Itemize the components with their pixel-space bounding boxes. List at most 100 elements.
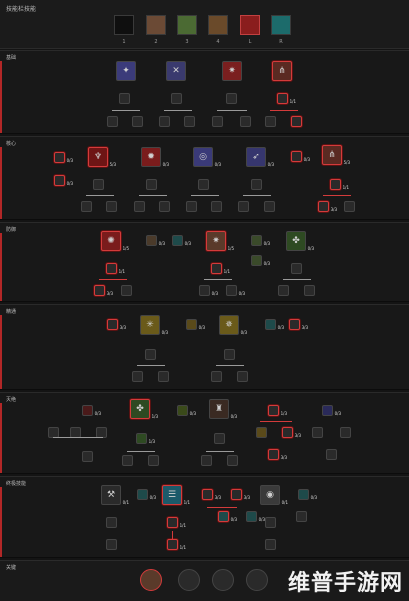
skill-node[interactable]: 0/3: [54, 152, 73, 163]
skill-node[interactable]: [291, 116, 302, 127]
skill-icon-basic-2[interactable]: ✕: [166, 61, 186, 81]
skill-icon-ann-2[interactable]: ♜ 0/3: [209, 399, 237, 419]
skill-slot-l[interactable]: L: [240, 15, 260, 45]
skill-node[interactable]: [106, 517, 117, 528]
skill-icon-core-2[interactable]: ✹ 0/3: [141, 147, 169, 167]
skill-icon-def-1[interactable]: ✺ 1/5: [101, 231, 129, 251]
skill-node[interactable]: 0/3: [246, 511, 265, 522]
skill-node[interactable]: [171, 93, 182, 104]
skill-node[interactable]: [121, 285, 132, 296]
skill-slot-2[interactable]: 2: [146, 15, 166, 45]
skill-node[interactable]: [159, 116, 170, 127]
skill-node[interactable]: [211, 371, 222, 382]
skill-node[interactable]: [251, 179, 262, 190]
skill-node[interactable]: [145, 349, 156, 360]
skill-node[interactable]: 1/3: [136, 433, 155, 444]
skill-node[interactable]: [312, 427, 323, 438]
skill-node[interactable]: 0/3: [199, 285, 218, 296]
skill-node[interactable]: [264, 201, 275, 212]
skill-node[interactable]: [227, 455, 238, 466]
skill-node[interactable]: 0/3: [265, 319, 284, 330]
skill-icon-ult-3[interactable]: ◉ 0/1: [260, 485, 288, 505]
skill-node[interactable]: [132, 116, 143, 127]
skill-icon-def-2[interactable]: ✷ 1/5: [206, 231, 234, 251]
skill-node[interactable]: [106, 201, 117, 212]
skill-slot-4[interactable]: 4: [208, 15, 228, 45]
skill-node[interactable]: [132, 371, 143, 382]
skill-node[interactable]: 0/3: [177, 405, 196, 416]
skill-node[interactable]: [240, 116, 251, 127]
key-passive-4[interactable]: [246, 569, 268, 591]
skill-node[interactable]: 1/3: [268, 405, 287, 416]
key-passive-1[interactable]: [140, 569, 162, 591]
skill-icon-def-3[interactable]: ✤ 0/3: [286, 231, 314, 251]
skill-node[interactable]: 1/1: [330, 179, 349, 190]
skill-node[interactable]: 1/1: [167, 517, 186, 528]
skill-icon-mastery-2[interactable]: ✵ 0/3: [219, 315, 247, 335]
skill-slot-1[interactable]: 1: [114, 15, 134, 45]
skill-node[interactable]: [119, 93, 130, 104]
skill-icon-core-3[interactable]: ◎ 0/3: [193, 147, 221, 167]
skill-node[interactable]: 0/3: [291, 151, 310, 162]
skill-node[interactable]: [146, 179, 157, 190]
skill-node[interactable]: [81, 201, 92, 212]
skill-node[interactable]: 3/3: [268, 449, 287, 460]
skill-icon-ult-1[interactable]: ⚒ 0/1: [101, 485, 129, 505]
skill-node[interactable]: [326, 449, 337, 460]
skill-node[interactable]: 3/3: [318, 201, 337, 212]
skill-node[interactable]: [122, 455, 133, 466]
skill-node[interactable]: 0/3: [146, 235, 165, 246]
skill-node[interactable]: [82, 451, 93, 462]
skill-node[interactable]: [344, 201, 355, 212]
skill-node[interactable]: 0/3: [54, 175, 73, 186]
skill-node[interactable]: [224, 349, 235, 360]
skill-node[interactable]: 3/3: [107, 319, 126, 330]
skill-icon-ann-1[interactable]: ✤ 1/3: [130, 399, 158, 419]
skill-node[interactable]: [107, 116, 118, 127]
skill-node[interactable]: 0/3: [251, 235, 270, 246]
skill-node[interactable]: 3/3: [202, 489, 221, 500]
skill-node[interactable]: 1/1: [167, 539, 186, 550]
skill-node[interactable]: 0/3: [82, 405, 101, 416]
skill-node[interactable]: [238, 201, 249, 212]
skill-node[interactable]: [148, 455, 159, 466]
skill-node[interactable]: [198, 179, 209, 190]
skill-icon-basic-4[interactable]: ⋔: [272, 61, 292, 81]
skill-node[interactable]: 3/3: [231, 489, 250, 500]
skill-node[interactable]: [214, 433, 225, 444]
skill-icon-basic-3[interactable]: ✷: [222, 61, 242, 81]
skill-slot-3[interactable]: 3: [177, 15, 197, 45]
skill-node[interactable]: [304, 285, 315, 296]
skill-node[interactable]: [134, 201, 145, 212]
skill-node[interactable]: 1/1: [211, 263, 230, 274]
skill-icon-core-4[interactable]: ➶ 0/3: [246, 147, 274, 167]
skill-node[interactable]: [106, 539, 117, 550]
skill-node[interactable]: 3/3: [282, 427, 301, 438]
key-passive-3[interactable]: [212, 569, 234, 591]
skill-node[interactable]: [211, 201, 222, 212]
skill-node[interactable]: 0/3: [172, 235, 191, 246]
skill-node[interactable]: 0/3: [218, 511, 237, 522]
skill-node[interactable]: 0/3: [226, 285, 245, 296]
skill-node[interactable]: [278, 285, 289, 296]
skill-node[interactable]: 3/3: [94, 285, 113, 296]
skill-node[interactable]: [340, 427, 351, 438]
skill-node[interactable]: [212, 116, 223, 127]
skill-icon-basic-1[interactable]: ✦: [116, 61, 136, 81]
skill-node[interactable]: [265, 116, 276, 127]
skill-node[interactable]: 3/3: [289, 319, 308, 330]
key-passive-2[interactable]: [178, 569, 200, 591]
skill-slot-r[interactable]: R: [271, 15, 291, 45]
skill-node[interactable]: [186, 201, 197, 212]
skill-icon-mastery-1[interactable]: ✳ 0/3: [140, 315, 168, 335]
skill-node[interactable]: [93, 179, 104, 190]
skill-node[interactable]: [256, 427, 267, 438]
skill-node[interactable]: [159, 201, 170, 212]
skill-icon-core-1[interactable]: ♆ 5/3: [88, 147, 116, 167]
skill-node[interactable]: 1/1: [277, 93, 296, 104]
skill-node[interactable]: [237, 371, 248, 382]
skill-icon-ult-2[interactable]: ☰ 1/1: [162, 485, 190, 505]
skill-node[interactable]: [265, 539, 276, 550]
skill-node[interactable]: [184, 116, 195, 127]
skill-node[interactable]: 0/3: [298, 489, 317, 500]
